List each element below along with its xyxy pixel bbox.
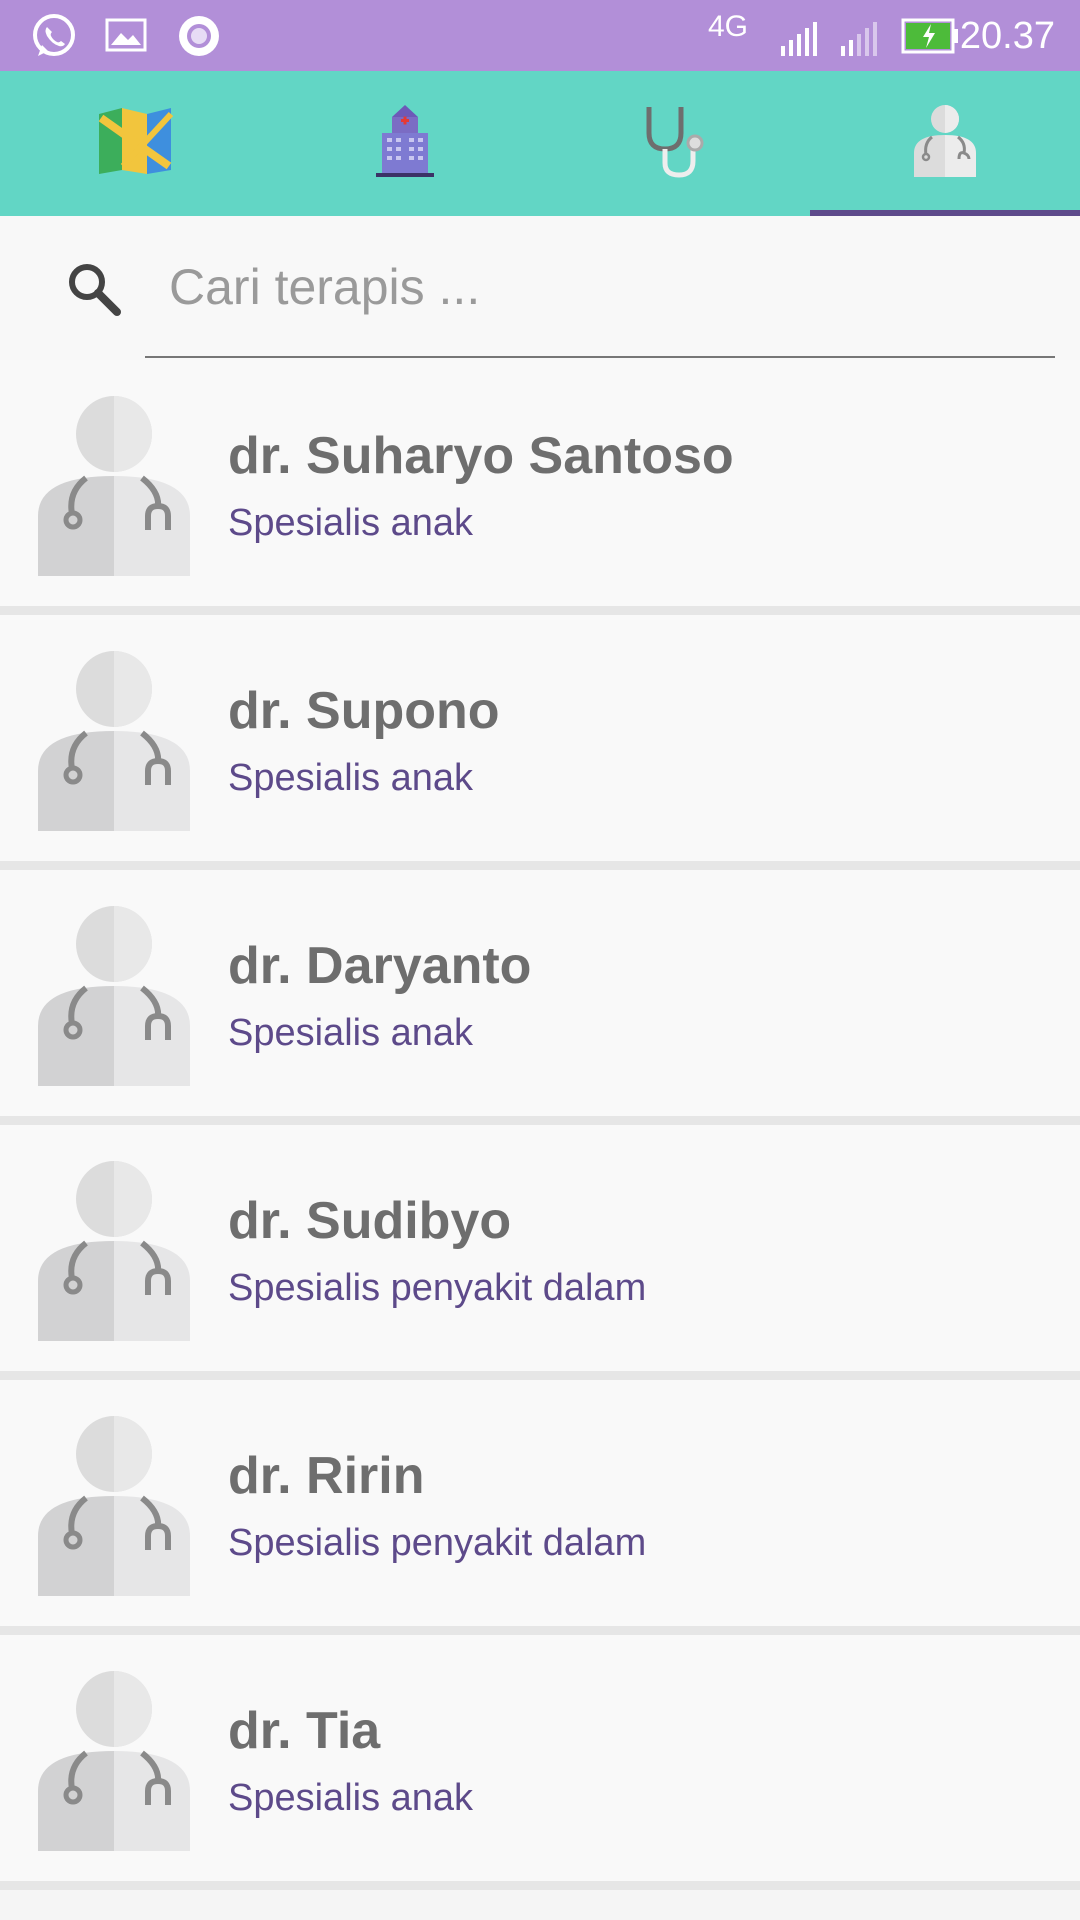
doctor-name: dr. Supono [228, 682, 500, 740]
battery-charging-icon [900, 10, 960, 62]
hospital-icon [374, 103, 436, 184]
search-input[interactable] [145, 246, 1055, 328]
doctor-avatar-icon [38, 396, 190, 576]
doctor-name: dr. Daryanto [228, 937, 532, 995]
signal-1-icon [776, 10, 822, 62]
signal-2-icon [836, 10, 882, 62]
list-item[interactable]: dr. Sudibyo Spesialis penyakit dalam [0, 1125, 1080, 1380]
status-bar: 4G 20.37 [0, 0, 1080, 71]
doctor-avatar-icon [38, 1161, 190, 1341]
doctor-specialty: Spesialis penyakit dalam [228, 1267, 647, 1309]
doctor-name: dr. Sudibyo [228, 1192, 512, 1250]
doctor-icon [912, 103, 978, 184]
doctor-specialty: Spesialis anak [228, 1012, 474, 1054]
doctor-name: dr. Suharyo Santoso [228, 427, 734, 485]
search-bar [0, 216, 1080, 368]
network-type: 4G [708, 10, 749, 43]
gallery-icon [102, 10, 150, 62]
doctor-specialty: Spesialis anak [228, 502, 474, 544]
doctor-name: dr. Ririn [228, 1447, 425, 1505]
list-item[interactable]: dr. Ririn Spesialis penyakit dalam [0, 1380, 1080, 1635]
list-item[interactable]: dr. Supono Spesialis anak [0, 615, 1080, 870]
clock: 20.37 [959, 15, 1055, 57]
circle-app-icon [174, 10, 224, 62]
doctor-specialty: Spesialis anak [228, 1777, 474, 1819]
list-item[interactable]: dr. Suharyo Santoso Spesialis anak [0, 360, 1080, 615]
tab-bar [0, 71, 1080, 216]
search-underline [145, 356, 1055, 358]
map-icon [97, 106, 174, 181]
doctor-specialty: Spesialis penyakit dalam [228, 1522, 647, 1564]
tab-stethoscope[interactable] [540, 71, 810, 216]
tab-hospital[interactable] [270, 71, 540, 216]
doctor-avatar-icon [38, 1671, 190, 1851]
stethoscope-icon [635, 103, 715, 184]
list-item[interactable]: dr. Tia Spesialis anak [0, 1635, 1080, 1890]
tab-map[interactable] [0, 71, 270, 216]
list-item[interactable]: dr. Daryanto Spesialis anak [0, 870, 1080, 1125]
doctor-avatar-icon [38, 651, 190, 831]
doctor-specialty: Spesialis anak [228, 757, 474, 799]
whatsapp-icon [28, 10, 80, 62]
tab-doctor[interactable] [810, 71, 1080, 216]
search-icon[interactable] [65, 260, 125, 320]
doctor-avatar-icon [38, 1416, 190, 1596]
doctor-avatar-icon [38, 906, 190, 1086]
doctor-list: dr. Suharyo Santoso Spesialis anak dr. S… [0, 360, 1080, 1890]
doctor-name: dr. Tia [228, 1702, 381, 1760]
